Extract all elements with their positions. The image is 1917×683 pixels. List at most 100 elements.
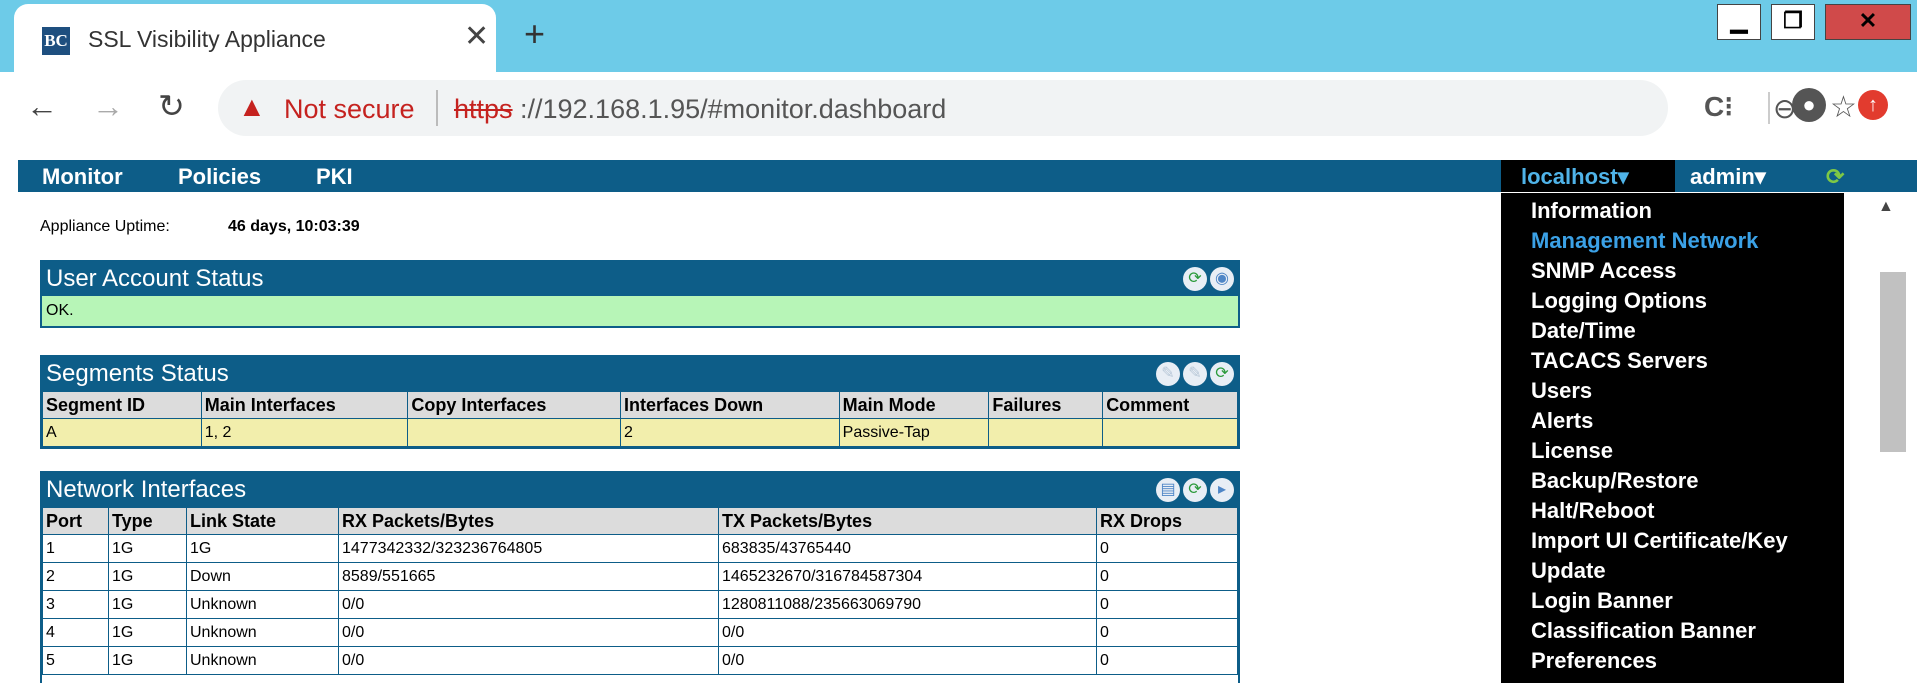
table-row[interactable]: 3 1G Unknown 0/0 1280811088/235663069790 0	[42, 590, 1238, 619]
scrollbar-thumb[interactable]	[1880, 272, 1906, 452]
panel-title: User Account Status	[46, 265, 264, 292]
configure-icon[interactable]: ✎	[1183, 362, 1207, 386]
panel-title: Network Interfaces	[46, 476, 247, 503]
menu-item-update[interactable]: Update	[1501, 556, 1844, 586]
table-cell: Down	[186, 562, 339, 591]
tab-title: SSL Visibility Appliance	[88, 26, 326, 52]
collapse-icon[interactable]: ◉	[1210, 267, 1234, 291]
menu-item-information[interactable]: Information	[1501, 196, 1844, 226]
refresh-icon[interactable]: ⟳	[1183, 267, 1207, 291]
window-close-icon[interactable]: ✕	[1825, 4, 1911, 40]
export-icon[interactable]: ▤	[1156, 478, 1180, 502]
table-cell: 0/0	[338, 646, 719, 675]
table-cell: 1465232670/316784587304	[718, 562, 1097, 591]
column-header: Port	[42, 507, 109, 535]
table-cell: Unknown	[186, 590, 339, 619]
table-cell: 1	[42, 534, 109, 563]
app-nav-bar: Monitor Policies PKI localhost▾ admin▾ ⟳	[18, 160, 1917, 192]
menu-item-date-time[interactable]: Date/Time	[1501, 316, 1844, 346]
panel-header: Segments Status ✎ ✎ ⟳	[42, 357, 1238, 391]
refresh-icon[interactable]: ⟳	[1210, 362, 1234, 386]
browser-tab[interactable]: BC SSL Visibility Appliance ✕	[14, 4, 496, 72]
menu-item-logging-options[interactable]: Logging Options	[1501, 286, 1844, 316]
toolbar-divider	[1768, 92, 1770, 124]
table-cell: 1G	[108, 562, 187, 591]
not-secure-label[interactable]: Not secure	[284, 94, 415, 125]
table-cell: Unknown	[186, 646, 339, 675]
user-status-text: OK.	[42, 296, 1238, 326]
column-header: Interfaces Down	[620, 391, 840, 419]
address-bar[interactable]: ▲ Not secure https ://192.168.1.95/#moni…	[218, 80, 1857, 136]
admin-menu-button[interactable]: admin▾	[1690, 164, 1766, 190]
reload-icon[interactable]: ↻	[158, 90, 185, 122]
host-label: localhost▾	[1521, 164, 1629, 189]
extension-icon[interactable]: C⁝	[1704, 90, 1733, 123]
table-cell: 0	[1096, 562, 1238, 591]
scroll-up-icon[interactable]: ▲	[1878, 198, 1894, 216]
menu-item-alerts[interactable]: Alerts	[1501, 406, 1844, 436]
segments-panel: Segments Status ✎ ✎ ⟳ Segment ID Main Inter…	[40, 355, 1240, 449]
minimize-icon[interactable]: ▁	[1717, 4, 1761, 40]
table-row[interactable]: 4 1G Unknown 0/0 0/0 0	[42, 618, 1238, 647]
table-cell: 0	[1096, 590, 1238, 619]
menu-item-halt-reboot[interactable]: Halt/Reboot	[1501, 496, 1844, 526]
menu-item-import-ui-certificate-key[interactable]: Import UI Certificate/Key	[1501, 526, 1844, 556]
edit-icon[interactable]: ✎	[1156, 362, 1180, 386]
table-row[interactable]: A 1, 2 2 Passive-Tap	[42, 418, 1238, 447]
table-cell: 1G	[186, 534, 339, 563]
table-cell: Passive-Tap	[838, 418, 990, 447]
table-row[interactable]: 5 1G Unknown 0/0 0/0 0	[42, 646, 1238, 675]
favicon-icon: BC	[42, 27, 70, 55]
table-cell: 2	[620, 418, 840, 447]
nav-pki[interactable]: PKI	[316, 164, 353, 190]
refresh-icon[interactable]: ⟳	[1826, 164, 1844, 190]
table-cell: Unknown	[186, 618, 339, 647]
host-dropdown-menu: Information Management Network SNMP Access…	[1501, 193, 1844, 683]
user-account-panel: User Account Status ⟳ ◉ OK.	[40, 260, 1240, 328]
menu-item-management-network[interactable]: Management Network	[1501, 226, 1844, 256]
maximize-icon[interactable]: ❐	[1771, 4, 1815, 40]
table-row[interactable]: 2 1G Down 8589/551665 1465232670/31678458730…	[42, 562, 1238, 591]
new-tab-icon[interactable]: +	[524, 16, 545, 52]
refresh-icon[interactable]: ⟳	[1183, 478, 1207, 502]
menu-item-login-banner[interactable]: Login Banner	[1501, 586, 1844, 616]
column-header: Main Mode	[838, 391, 990, 419]
column-header: TX Packets/Bytes	[718, 507, 1097, 535]
forward-icon[interactable]: →	[92, 90, 124, 122]
table-cell	[1102, 418, 1238, 447]
uptime-value: 46 days, 10:03:39	[228, 218, 360, 235]
back-icon[interactable]: ←	[26, 90, 58, 122]
table-cell: 0	[1096, 534, 1238, 563]
column-header: Failures	[988, 391, 1104, 419]
menu-item-license[interactable]: License	[1501, 436, 1844, 466]
uptime-label: Appliance Uptime:	[40, 218, 170, 235]
column-header: RX Packets/Bytes	[338, 507, 719, 535]
menu-item-tacacs-servers[interactable]: TACACS Servers	[1501, 346, 1844, 376]
update-icon[interactable]: ↑	[1858, 90, 1888, 120]
profile-icon[interactable]: ●	[1792, 88, 1826, 122]
table-cell: A	[42, 418, 202, 447]
table-cell: 1G	[108, 590, 187, 619]
table-cell	[407, 418, 622, 447]
menu-item-classification-banner[interactable]: Classification Banner	[1501, 616, 1844, 646]
menu-item-users[interactable]: Users	[1501, 376, 1844, 406]
table-cell: 1G	[108, 618, 187, 647]
table-cell: 1, 2	[200, 418, 409, 447]
panel-title: Segments Status	[46, 360, 229, 387]
table-row[interactable]: 1 1G 1G 1477342332/323236764805 683835/43765…	[42, 534, 1238, 563]
warning-icon: ▲	[238, 91, 266, 122]
close-tab-icon[interactable]: ✕	[464, 22, 489, 52]
column-header: Main Interfaces	[200, 391, 409, 419]
menu-item-backup-restore[interactable]: Backup/Restore	[1501, 466, 1844, 496]
nav-policies[interactable]: Policies	[178, 164, 261, 190]
nav-monitor[interactable]: Monitor	[42, 164, 123, 190]
table-cell: 0/0	[718, 618, 1097, 647]
expand-icon[interactable]: ▸	[1210, 478, 1234, 502]
panel-header: User Account Status ⟳ ◉	[42, 262, 1238, 296]
star-icon[interactable]: ☆	[1830, 90, 1857, 125]
menu-item-snmp-access[interactable]: SNMP Access	[1501, 256, 1844, 286]
host-menu-button[interactable]: localhost▾	[1501, 160, 1675, 192]
table-cell: 5	[42, 646, 109, 675]
column-header: Segment ID	[42, 391, 202, 419]
menu-item-preferences[interactable]: Preferences	[1501, 646, 1844, 676]
